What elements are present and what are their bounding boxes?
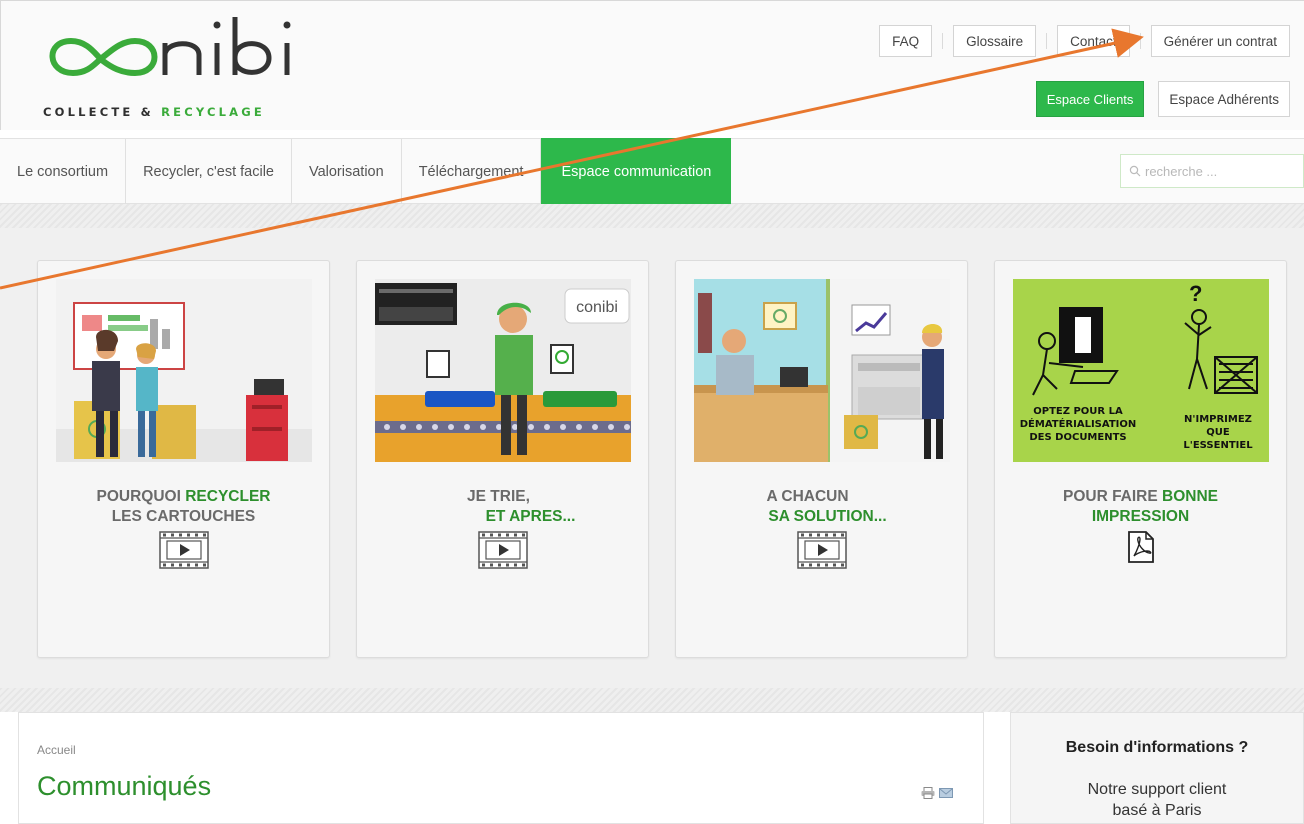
svg-text:?: ? [1189,281,1202,306]
nav-item-recycler[interactable]: Recycler, c'est facile [126,139,292,205]
card-title: POUR FAIRE BONNE IMPRESSION [1062,488,1219,525]
espace-adherents-button[interactable]: Espace Adhérents [1158,81,1290,117]
sidebar-title: Besoin d'informations ? [1065,739,1249,756]
account-buttons: Espace Clients Espace Adhérents [1035,81,1290,117]
search-input[interactable]: recherche ... [1120,154,1304,188]
art-left-text: OPTEZ POUR LA DÉMATÉRIALISATION DES DOCU… [1019,406,1137,443]
info-sidebar: Besoin d'informations ? Notre support cl… [1010,712,1304,824]
video-icon[interactable] [159,531,209,569]
page-title: Communiqués [37,771,212,801]
sign-text: conibi [576,299,618,316]
link-separator [942,33,944,49]
glossaire-link[interactable]: Glossaire [953,25,1037,57]
nav-item-espace-communication[interactable]: Espace communication [541,138,732,206]
faq-link[interactable]: FAQ [879,25,933,57]
logo-tagline: COLLECTE & RECYCLAGE [43,105,265,119]
conibi-logo[interactable]: COLLECTE & RECYCLAGE [37,11,307,123]
espace-clients-button[interactable]: Espace Clients [1035,81,1145,117]
conibi-logo-mark [49,17,291,77]
card-image-presentation [56,279,312,462]
nav-items: Le consortium Recycler, c'est facile Val… [0,138,732,206]
print-icon[interactable] [921,787,935,799]
email-icon[interactable] [939,787,953,799]
hatched-divider [0,204,1304,228]
card-bonne-impression[interactable]: ? OPTEZ POUR LA DÉMATÉRIALISATION DES DO… [994,260,1287,658]
card-image-sorting: conibi [375,279,631,462]
search-icon [1129,165,1141,177]
link-separator [1046,33,1048,49]
card-pourquoi-recycler[interactable]: POURQUOI RECYCLER LES CARTOUCHES [37,260,330,658]
card-title: A CHACUN SA SOLUTION... [766,488,887,525]
card-image-impression: ? OPTEZ POUR LA DÉMATÉRIALISATION DES DO… [1013,279,1269,462]
card-image-office [694,279,950,462]
nav-item-consortium[interactable]: Le consortium [0,139,127,205]
contact-link[interactable]: Contact [1057,25,1130,57]
hatched-divider [0,688,1304,712]
breadcrumb[interactable]: Accueil [37,743,76,757]
video-icon[interactable] [478,531,528,569]
generer-contrat-link[interactable]: Générer un contrat [1150,25,1290,57]
nav-item-valorisation[interactable]: Valorisation [292,139,402,205]
video-icon[interactable] [797,531,847,569]
card-je-trie[interactable]: conibi JE TRIE, ET APRES... [356,260,649,658]
art-right-text: N'IMPRIMEZ QUE L'ESSENTIEL [1183,414,1253,451]
card-title: JE TRIE, ET APRES... [467,488,576,525]
card-a-chacun[interactable]: A CHACUN SA SOLUTION... [675,260,968,658]
search-placeholder: recherche ... [1145,163,1218,179]
main-nav: Le consortium Recycler, c'est facile Val… [0,138,1304,206]
link-separator [1139,33,1141,49]
communication-cards: POURQUOI RECYCLER LES CARTOUCHES conibi [0,228,1304,688]
nav-item-telechargement[interactable]: Téléchargement [402,139,542,205]
top-links: FAQ Glossaire Contact Générer un contrat [879,25,1290,57]
card-title: POURQUOI RECYCLER LES CARTOUCHES [96,488,271,525]
pdf-icon[interactable] [1127,531,1155,563]
sidebar-text: Notre support client basé à Paris [1087,781,1227,819]
page-tools [921,787,953,799]
content-panel: Accueil Communiqués [18,712,984,824]
site-header: COLLECTE & RECYCLAGE FAQ Glossaire Conta… [0,0,1304,130]
